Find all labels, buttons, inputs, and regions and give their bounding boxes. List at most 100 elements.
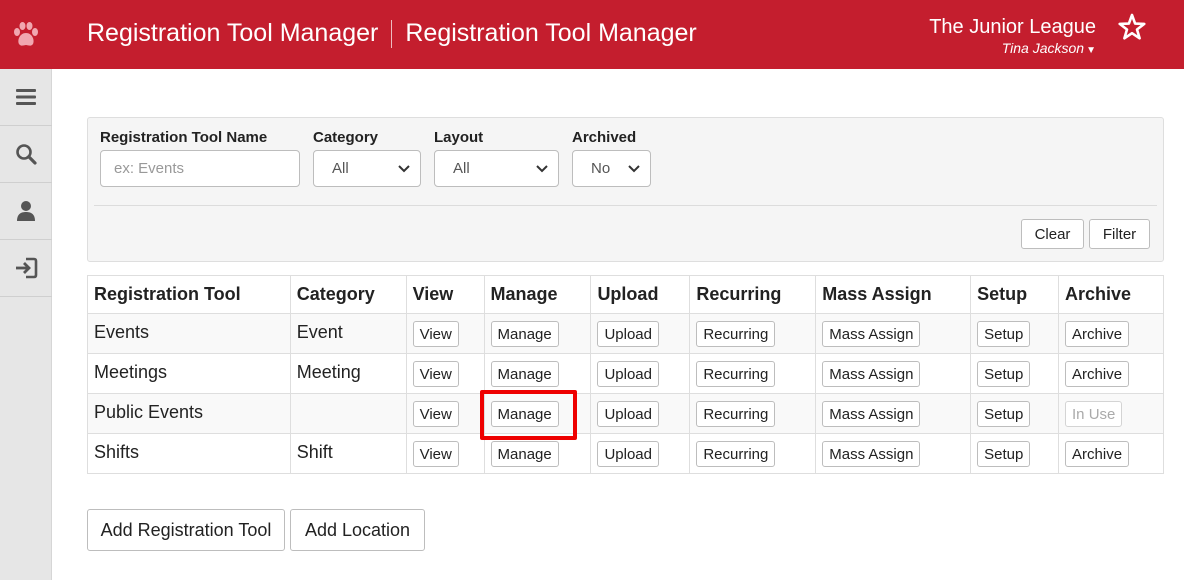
setup-button[interactable]: Setup — [977, 321, 1031, 347]
view-button[interactable]: View — [412, 401, 459, 427]
category-cell: Shift — [289, 433, 407, 474]
caret-down-icon[interactable]: ▼ — [1086, 45, 1096, 56]
mass-assign-button[interactable]: Mass Assign — [822, 361, 921, 387]
user-menu[interactable]: Tina Jackson ▼ — [929, 39, 1096, 60]
paw-icon[interactable] — [0, 0, 52, 69]
user-icon[interactable] — [16, 200, 36, 222]
tool-name-cell: Meetings — [87, 353, 291, 394]
mass-assign-button[interactable]: Mass Assign — [822, 321, 921, 347]
col-header-recurring: Recurring — [689, 275, 817, 314]
setup-button[interactable]: Setup — [977, 401, 1031, 427]
name-filter-label: Registration Tool Name — [100, 129, 268, 146]
setup-button[interactable]: Setup — [977, 441, 1031, 467]
manage-button[interactable]: Manage — [490, 321, 559, 347]
search-icon[interactable] — [15, 143, 37, 165]
category-filter-group: Category All — [313, 129, 421, 187]
upload-button[interactable]: Upload — [597, 441, 659, 467]
page-title: Registration Tool Manager Registration T… — [87, 19, 697, 48]
add-location-button[interactable]: Add Location — [290, 509, 425, 551]
table-row: Shifts Shift View Manage Upload Recurrin… — [87, 433, 1164, 474]
category-filter-label: Category — [313, 129, 379, 146]
filter-divider — [94, 205, 1157, 206]
category-select-value: All — [332, 160, 349, 177]
filter-button[interactable]: Filter — [1089, 219, 1150, 249]
registration-tools-table: Registration Tool Category View Manage U… — [87, 275, 1164, 474]
col-header-view: View — [405, 275, 485, 314]
category-select[interactable]: All — [313, 150, 421, 187]
manage-button[interactable]: Manage — [490, 401, 559, 427]
add-registration-tool-button[interactable]: Add Registration Tool — [87, 509, 285, 551]
manage-button[interactable]: Manage — [490, 441, 559, 467]
chevron-down-icon — [628, 164, 640, 172]
recurring-button[interactable]: Recurring — [696, 321, 776, 347]
name-input-placeholder: ex: Events — [114, 160, 185, 177]
table-header-row: Registration Tool Category View Manage U… — [87, 275, 1164, 314]
name-search-input[interactable]: ex: Events — [100, 150, 300, 187]
view-button[interactable]: View — [412, 361, 459, 387]
clear-button[interactable]: Clear — [1021, 219, 1084, 249]
col-header-category[interactable]: Category — [289, 275, 407, 314]
tool-category: Meeting — [296, 362, 361, 382]
layout-select[interactable]: All — [434, 150, 559, 187]
layout-select-value: All — [453, 160, 470, 177]
title-divider — [391, 19, 393, 48]
table-row: Public Events View Manage Upload Recurri… — [87, 393, 1164, 434]
tool-category: Event — [296, 322, 343, 342]
upload-button[interactable]: Upload — [597, 361, 659, 387]
archive-button[interactable]: Archive — [1065, 361, 1130, 387]
table-row: Events Event View Manage Upload Recurrin… — [87, 313, 1164, 354]
tool-name: Events — [94, 322, 150, 342]
sidebar-item-sign-in[interactable] — [0, 240, 52, 297]
col-header-registration-tool[interactable]: Registration Tool — [87, 275, 291, 314]
in-use-button: In Use — [1065, 401, 1123, 427]
recurring-button[interactable]: Recurring — [696, 401, 776, 427]
menu-icon[interactable] — [15, 87, 37, 107]
tool-name: Shifts — [94, 442, 140, 462]
recurring-button[interactable]: Recurring — [696, 361, 776, 387]
archived-select-value: No — [591, 160, 611, 177]
org-name: The Junior League — [929, 16, 1096, 38]
archive-button[interactable]: Archive — [1065, 441, 1130, 467]
col-header-mass-assign: Mass Assign — [815, 275, 972, 314]
category-cell — [289, 393, 407, 434]
archived-filter-label: Archived — [572, 129, 637, 146]
upload-button[interactable]: Upload — [597, 321, 659, 347]
layout-filter-group: Layout All — [434, 129, 559, 187]
tool-name-cell: Shifts — [87, 433, 291, 474]
setup-button[interactable]: Setup — [977, 361, 1031, 387]
chevron-down-icon — [398, 164, 410, 172]
archived-filter-group: Archived No — [572, 129, 651, 187]
manage-button[interactable]: Manage — [490, 361, 559, 387]
col-header-upload: Upload — [590, 275, 691, 314]
tool-name-cell: Public Events — [87, 393, 291, 434]
mass-assign-button[interactable]: Mass Assign — [822, 441, 921, 467]
view-button[interactable]: View — [412, 441, 459, 467]
col-header-setup: Setup — [970, 275, 1060, 314]
upload-button[interactable]: Upload — [597, 401, 659, 427]
archived-select[interactable]: No — [572, 150, 651, 187]
tool-name: Public Events — [94, 402, 204, 422]
tool-category — [297, 394, 400, 402]
star-icon[interactable] — [1117, 12, 1147, 42]
category-cell: Event — [289, 313, 407, 354]
archive-button[interactable]: Archive — [1065, 321, 1130, 347]
view-button[interactable]: View — [412, 321, 459, 347]
mass-assign-button[interactable]: Mass Assign — [822, 401, 921, 427]
org-info: The Junior League Tina Jackson ▼ — [929, 15, 1096, 60]
tool-category: Shift — [296, 442, 333, 462]
recurring-button[interactable]: Recurring — [696, 441, 776, 467]
user-name[interactable]: Tina Jackson — [1002, 40, 1084, 56]
name-filter-group: Registration Tool Name ex: Events — [100, 129, 300, 187]
sidebar-item-menu[interactable] — [0, 69, 52, 126]
sidebar-item-search[interactable] — [0, 126, 52, 183]
page-subtitle: Registration Tool Manager — [405, 19, 697, 47]
chevron-down-icon — [536, 164, 548, 172]
sidebar-item-user[interactable] — [0, 183, 52, 240]
sidebar — [0, 69, 52, 580]
tool-name-cell: Events — [87, 313, 291, 354]
category-cell: Meeting — [289, 353, 407, 394]
app-title: Registration Tool Manager — [87, 19, 379, 47]
sign-in-icon[interactable] — [14, 257, 38, 279]
top-bar: Registration Tool Manager Registration T… — [0, 0, 1184, 69]
table-row: Meetings Meeting View Manage Upload Recu… — [87, 353, 1164, 394]
